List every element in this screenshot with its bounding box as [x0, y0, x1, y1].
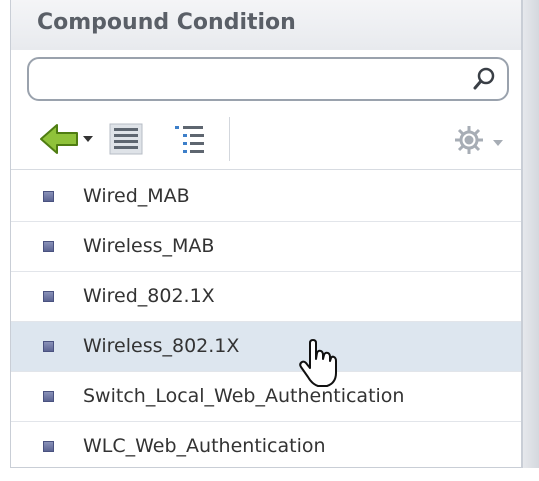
condition-bullet-icon	[43, 191, 54, 202]
list-item-selected[interactable]: Wireless_802.1X	[11, 322, 521, 372]
condition-bullet-icon	[43, 291, 54, 302]
condition-bullet-icon	[43, 441, 54, 452]
panel-title: Compound Condition	[37, 10, 296, 35]
list-item-label: Wireless_802.1X	[83, 335, 240, 357]
search-input[interactable]	[39, 65, 463, 95]
search-box[interactable]	[27, 57, 509, 101]
panel-header: Compound Condition	[11, 0, 521, 50]
list-item[interactable]: WLC_Web_Authentication	[11, 422, 521, 467]
toolbar-divider	[229, 117, 230, 161]
tree-view-icon[interactable]	[173, 123, 207, 155]
gear-dropdown-icon[interactable]	[451, 123, 511, 157]
scrollbar[interactable]	[522, 0, 539, 468]
list-item[interactable]: Switch_Local_Web_Authentication	[11, 372, 521, 422]
toolbar	[11, 111, 521, 170]
hand-cursor-icon	[299, 339, 337, 387]
compound-condition-panel: Compound Condition Wired_MAB Wireless_MA…	[10, 0, 522, 468]
condition-list: Wired_MAB Wireless_MAB Wired_802.1X Wire…	[11, 172, 521, 467]
list-item-label: Wired_802.1X	[83, 285, 215, 307]
condition-bullet-icon	[43, 241, 54, 252]
list-item[interactable]: Wired_MAB	[11, 172, 521, 222]
list-item-label: Wireless_MAB	[83, 235, 215, 257]
list-item-label: Switch_Local_Web_Authentication	[83, 385, 405, 407]
condition-bullet-icon	[43, 341, 54, 352]
list-item-label: Wired_MAB	[83, 185, 190, 207]
list-item[interactable]: Wired_802.1X	[11, 272, 521, 322]
arrow-left-dropdown-icon[interactable]	[39, 122, 101, 156]
list-view-icon[interactable]	[109, 123, 143, 155]
search-icon[interactable]	[471, 66, 497, 92]
list-item[interactable]: Wireless_MAB	[11, 222, 521, 272]
condition-bullet-icon	[43, 391, 54, 402]
list-item-label: WLC_Web_Authentication	[83, 435, 326, 457]
